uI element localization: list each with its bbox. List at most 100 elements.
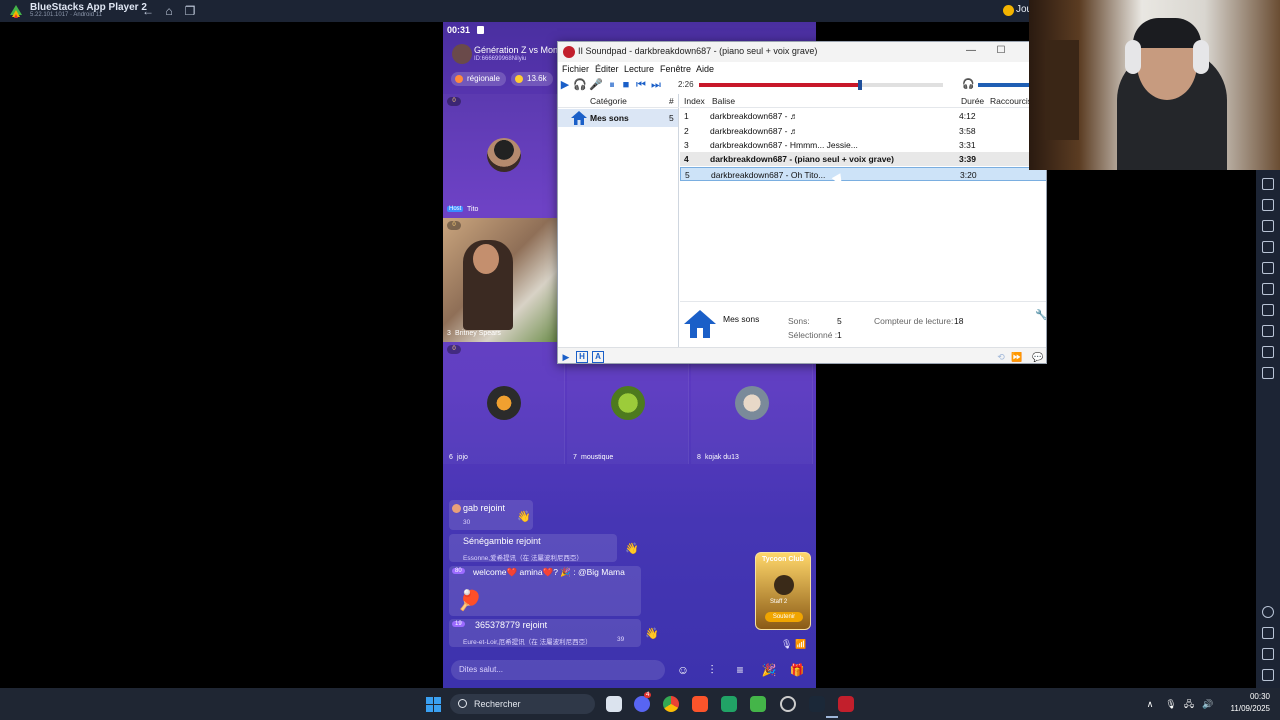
windows-start-icon[interactable]: [426, 697, 442, 713]
play-icon[interactable]: ▶: [560, 351, 572, 363]
sidebar-icon[interactable]: [1262, 346, 1274, 358]
back-icon[interactable]: ←: [141, 4, 155, 18]
gift-icon[interactable]: 🎁: [789, 662, 805, 678]
category-item-mes-sons[interactable]: Mes sons 5: [558, 109, 678, 127]
sidebar-icon[interactable]: [1262, 220, 1274, 232]
index-column-header[interactable]: Index: [684, 96, 705, 106]
soundpad-taskbar-icon[interactable]: [838, 696, 854, 712]
wave-icon[interactable]: 👋: [517, 510, 531, 523]
wave-icon[interactable]: 👋: [625, 542, 639, 555]
bluestacks-taskbar-icon[interactable]: [750, 696, 766, 712]
autoplay-toggle-button[interactable]: A: [592, 351, 604, 363]
home-icon[interactable]: [1262, 648, 1274, 660]
sound-row[interactable]: 5 darkbreakdown687 - Oh Tito... 3:20: [680, 167, 1046, 181]
jojo-avatar[interactable]: [487, 386, 521, 420]
tycoon-support-button[interactable]: Soutenir: [765, 612, 803, 622]
playback-progress-bar[interactable]: [699, 80, 943, 90]
recent-apps-icon[interactable]: ❐: [183, 4, 197, 18]
mic-icon[interactable]: 🎙: [781, 639, 792, 650]
chat-input[interactable]: Dites salut...: [451, 660, 665, 680]
menu-icon[interactable]: ≡: [732, 662, 748, 678]
sidebar-icon[interactable]: [1262, 283, 1274, 295]
sidebar-icon[interactable]: [1262, 325, 1274, 337]
pause-icon[interactable]: ⏸: [605, 78, 619, 92]
sidebar-icon[interactable]: [1262, 241, 1274, 253]
microphone-tray-icon[interactable]: 🎙: [1165, 698, 1177, 710]
minimize-icon[interactable]: —: [963, 44, 979, 58]
room-avatar[interactable]: [452, 44, 472, 64]
duration-column-header[interactable]: Durée: [961, 96, 984, 106]
headphones-icon[interactable]: 🎧: [573, 78, 587, 92]
sound-row[interactable]: 1 darkbreakdown687 - ♬ 4:12: [680, 109, 1046, 123]
sound-list: Index Balise Durée Raccourcis 1 darkbreak…: [680, 94, 1046, 352]
chat-user-level: 30: [463, 519, 471, 526]
menu-lecture[interactable]: Lecture: [624, 64, 654, 74]
android-status-time: 00:31: [447, 25, 471, 35]
clock-time[interactable]: 00:30: [1230, 692, 1270, 701]
home-icon[interactable]: ⌂: [162, 4, 176, 18]
sound-row[interactable]: 2 darkbreakdown687 - ♬ 3:58: [680, 124, 1046, 138]
obs-icon[interactable]: [780, 696, 796, 712]
kojak-avatar[interactable]: [735, 386, 769, 420]
count-column-header[interactable]: #: [669, 96, 674, 106]
sidebar-icon[interactable]: [1262, 262, 1274, 274]
menu-fichier[interactable]: Fichier: [562, 64, 589, 74]
settings-icon[interactable]: [1262, 606, 1274, 618]
chrome-icon[interactable]: [663, 696, 679, 712]
seat-jojo[interactable]: 6 jojo: [443, 342, 565, 464]
steam-icon[interactable]: [809, 696, 825, 712]
forward-icon[interactable]: ⏩: [1011, 351, 1023, 363]
wrench-icon[interactable]: 🔧: [1035, 310, 1046, 321]
hotkey-column-header[interactable]: Raccourcis: [990, 96, 1032, 106]
menu-aide[interactable]: Aide: [696, 64, 714, 74]
region-chip[interactable]: régionale: [451, 72, 506, 86]
seat-video-feed[interactable]: 0 3 Britney Spears: [443, 218, 557, 342]
sidebar-icon[interactable]: [1262, 178, 1274, 190]
soundpad-active-indicator: [826, 716, 838, 718]
recent-apps-icon[interactable]: [1262, 669, 1274, 681]
network-icon[interactable]: 🖧: [1183, 698, 1195, 710]
excel-icon[interactable]: [721, 696, 737, 712]
moustique-avatar[interactable]: [611, 386, 645, 420]
play-icon[interactable]: ▶: [558, 78, 572, 92]
clock-date[interactable]: 11/09/2025: [1222, 704, 1270, 713]
microphone-icon[interactable]: 🎤: [589, 78, 603, 92]
soundpad-title-bar[interactable]: II Soundpad - darkbreakdown687 - (piano …: [558, 42, 1046, 62]
loop-icon[interactable]: ⟲: [995, 351, 1007, 363]
next-icon[interactable]: ⏭: [649, 78, 663, 92]
sound-row[interactable]: 3 darkbreakdown687 - Hmmm... Jessie... 3:3…: [680, 138, 1046, 152]
chat-username[interactable]: gab: [463, 503, 478, 513]
emoji-icon[interactable]: ☺: [675, 662, 691, 678]
maximize-icon[interactable]: ☐: [993, 44, 1009, 58]
discord-icon[interactable]: [634, 696, 650, 712]
volume-headphones-icon[interactable]: 🎧: [962, 79, 974, 91]
category-column-header[interactable]: Catégorie: [590, 96, 627, 106]
sidebar-icon[interactable]: [1262, 367, 1274, 379]
file-explorer-icon[interactable]: [606, 696, 622, 712]
playback-progress-handle[interactable]: [858, 80, 863, 90]
popularity-chip[interactable]: 13.6k: [511, 72, 553, 86]
audio-wave-icon[interactable]: ⫶: [704, 662, 720, 678]
host-avatar[interactable]: [487, 138, 521, 172]
taskbar-search[interactable]: Rechercher: [450, 694, 595, 714]
chat-feedback-icon[interactable]: 💬: [1032, 351, 1044, 363]
brave-icon[interactable]: [692, 696, 708, 712]
party-icon[interactable]: 🎉: [761, 662, 777, 678]
tycoon-club-card[interactable]: Tycoon Club Staff 2 Soutenir: [755, 552, 811, 630]
previous-icon[interactable]: ⏮: [634, 78, 648, 92]
sidebar-icon[interactable]: [1262, 199, 1274, 211]
menu-fenetre[interactable]: Fenêtre: [660, 64, 691, 74]
volume-icon[interactable]: 🔊: [1202, 698, 1214, 710]
wave-icon[interactable]: 👋: [645, 627, 659, 640]
sidebar-icon[interactable]: [1262, 304, 1274, 316]
chat-username[interactable]: Sénégambie: [463, 536, 514, 546]
tray-overflow-icon[interactable]: ∧: [1144, 698, 1156, 710]
tag-column-header[interactable]: Balise: [712, 96, 735, 106]
menu-editer[interactable]: Éditer: [595, 64, 619, 74]
stop-icon[interactable]: ■: [619, 78, 633, 92]
chat-username[interactable]: 365378779: [475, 620, 520, 630]
hotkeys-toggle-button[interactable]: H: [576, 351, 588, 363]
seat-host[interactable]: 0 Host Tito: [443, 94, 557, 218]
back-icon[interactable]: [1262, 627, 1274, 639]
sound-row[interactable]: 4 darkbreakdown687 - (piano seul + voix g…: [680, 152, 1046, 166]
